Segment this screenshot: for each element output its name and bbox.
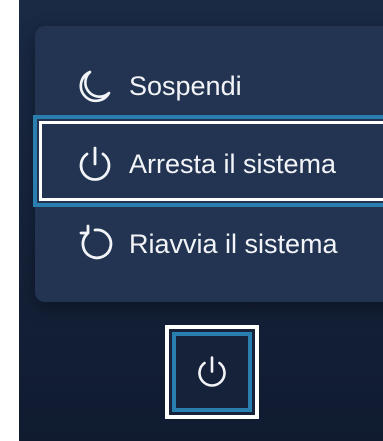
restart-icon <box>75 224 115 264</box>
menu-item-restart[interactable]: Riavvia il sistema <box>35 204 338 284</box>
power-options-menu: Sospendi Arresta il sistema Riavvia il s… <box>35 26 383 302</box>
menu-item-label: Sospendi <box>129 70 242 101</box>
power-button[interactable] <box>165 325 259 419</box>
menu-item-label: Riavvia il sistema <box>129 228 338 259</box>
menu-item-sleep[interactable]: Sospendi <box>35 46 242 126</box>
power-icon <box>75 144 115 184</box>
power-icon <box>194 354 230 390</box>
moon-icon <box>75 66 115 106</box>
menu-item-shutdown[interactable]: Arresta il sistema <box>35 124 336 204</box>
menu-item-label: Arresta il sistema <box>129 148 337 179</box>
start-menu-background: Sospendi Arresta il sistema Riavvia il s… <box>19 0 383 441</box>
